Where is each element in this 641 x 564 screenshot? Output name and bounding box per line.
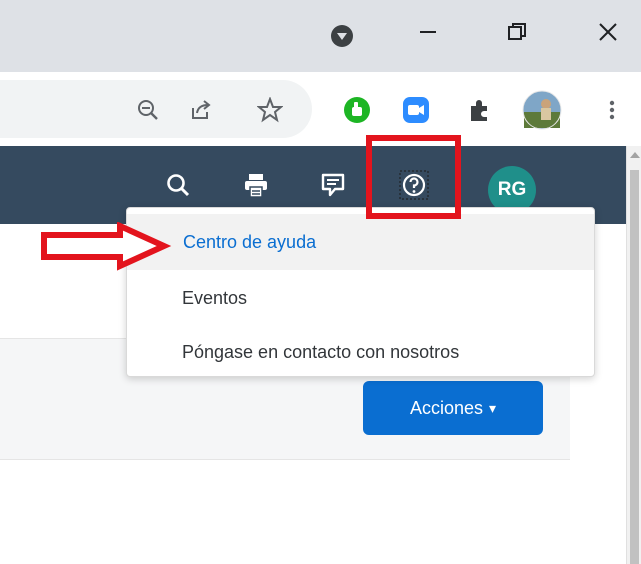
browser-title-bar xyxy=(0,0,641,72)
feedback-icon[interactable] xyxy=(318,170,348,200)
actions-button[interactable]: Acciones ▾ xyxy=(363,381,543,435)
help-menu: Centro de ayuda Eventos Póngase en conta… xyxy=(126,207,595,377)
search-icon[interactable] xyxy=(163,170,193,200)
kebab-menu-icon[interactable] xyxy=(598,96,626,124)
minimize-button[interactable] xyxy=(408,14,448,50)
menu-item-label: Eventos xyxy=(182,287,248,308)
menu-item-events[interactable]: Eventos xyxy=(127,270,594,326)
restore-button[interactable] xyxy=(497,14,537,50)
scrollbar-thumb[interactable] xyxy=(630,170,639,564)
menu-item-help-center[interactable]: Centro de ayuda xyxy=(127,214,594,270)
menu-item-label: Centro de ayuda xyxy=(183,231,317,252)
zoom-extension-icon[interactable] xyxy=(402,96,430,124)
vertical-scrollbar[interactable] xyxy=(626,146,641,564)
browser-toolbar xyxy=(0,72,641,146)
restore-icon xyxy=(508,23,526,40)
tab-search-icon[interactable] xyxy=(331,25,353,47)
menu-item-label: Póngase en contacto con nosotros xyxy=(182,341,460,362)
star-icon[interactable] xyxy=(256,96,284,124)
share-icon[interactable] xyxy=(187,96,215,124)
minimize-icon xyxy=(420,31,436,33)
chevron-down-icon: ▾ xyxy=(489,399,497,416)
close-icon xyxy=(599,23,617,41)
print-icon[interactable] xyxy=(241,170,271,200)
arrow-annotation-icon xyxy=(41,222,172,271)
scroll-up-arrow-icon[interactable] xyxy=(630,152,640,158)
zoom-out-icon[interactable] xyxy=(134,96,162,124)
close-button[interactable] xyxy=(588,14,628,50)
profile-photo[interactable] xyxy=(522,90,562,130)
highlight-box-annotation xyxy=(366,135,461,219)
actions-button-label: Acciones xyxy=(409,397,483,418)
menu-item-contact-us[interactable]: Póngase en contacto con nosotros xyxy=(127,324,594,380)
green-thumb-extension-icon[interactable] xyxy=(343,96,371,124)
puzzle-icon[interactable] xyxy=(465,96,493,124)
